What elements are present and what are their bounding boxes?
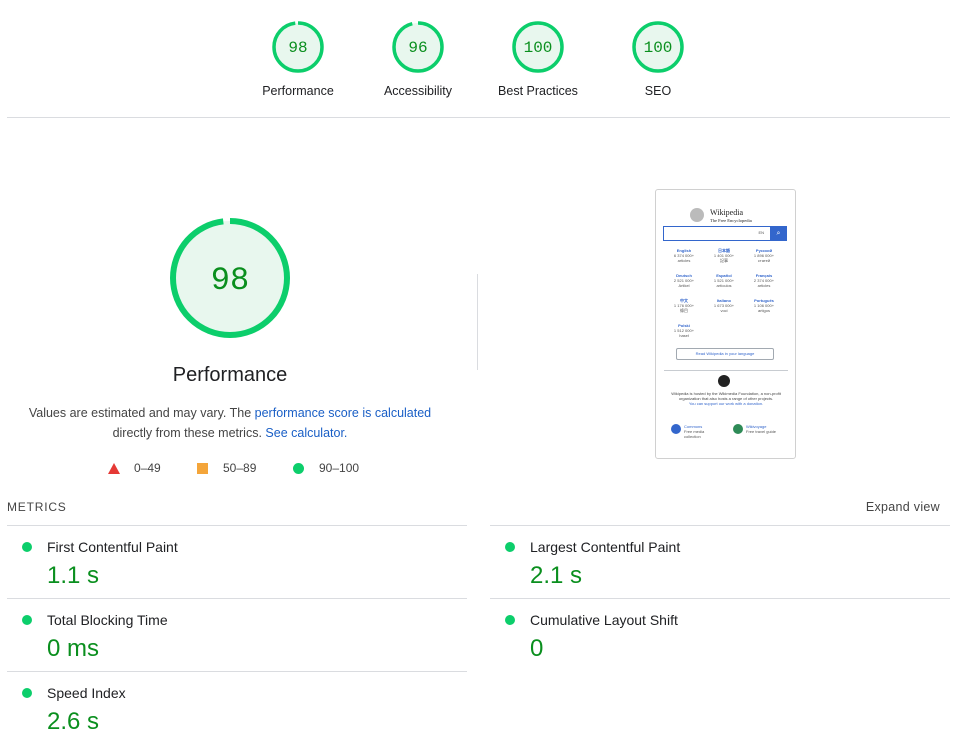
pass-circle-icon: [505, 615, 515, 625]
language-entry: 中文 1 176 000+ 條目: [662, 298, 706, 313]
metric-name: Speed Index: [47, 685, 126, 701]
footer-donation-link: You can support our work with a donation…: [688, 401, 764, 406]
commons-icon: [671, 424, 681, 434]
pass-circle-icon: [22, 615, 32, 625]
project-wikivoyage: Wikivoyage Free travel guide: [733, 424, 784, 434]
language-unit: Artikel: [678, 283, 690, 288]
metric-value: 0: [530, 635, 544, 662]
metric-first-contentful-paint: First Contentful Paint 1.1 s: [7, 525, 467, 598]
gauge-accessibility[interactable]: 96 Accessibility: [358, 20, 478, 98]
wikivoyage-icon: [733, 424, 743, 434]
gauge-best-practices[interactable]: 100 Best Practices: [478, 20, 598, 98]
gauge-score: 100: [644, 39, 673, 57]
legend-item-fail: 0–49: [108, 461, 161, 475]
legend-range: 50–89: [223, 461, 257, 475]
metric-name: Largest Contentful Paint: [530, 539, 681, 555]
project-commons: Commons Free media collection: [671, 424, 716, 439]
description-text-2: directly from these metrics.: [112, 426, 262, 440]
metric-value: 2.1 s: [530, 562, 583, 589]
language-entry: Polski 1 512 000+ haseł: [662, 323, 706, 338]
header-divider: [7, 117, 950, 118]
metric-value: 2.6 s: [47, 708, 100, 735]
metric-name: Cumulative Layout Shift: [530, 612, 678, 628]
language-entry: Português 1 106 000+ artigos: [742, 298, 786, 313]
gauge-label: Best Practices: [498, 84, 578, 98]
metric-name: Total Blocking Time: [47, 612, 168, 628]
metric-total-blocking-time: Total Blocking Time 0 ms: [7, 598, 467, 671]
language-unit: статей: [757, 258, 771, 263]
score-ring: 98: [272, 21, 324, 73]
thumbnail-search-input: EN: [663, 226, 771, 241]
gauge-score: 98: [288, 39, 307, 57]
language-unit: haseł: [679, 333, 689, 338]
language-entry: Français 2 374 000+ articles: [742, 273, 786, 288]
wikimedia-logo-icon: [718, 375, 730, 387]
project-desc: Free travel guide: [746, 429, 777, 434]
metric-cumulative-layout-shift: Cumulative Layout Shift 0: [490, 598, 950, 671]
language-unit: artículos: [716, 283, 732, 288]
language-entry: 日本語 1 401 000+ 記事: [702, 248, 746, 263]
language-entry: Español 1 521 000+ artículos: [702, 273, 746, 288]
triangle-fail-icon: [108, 462, 120, 474]
metric-value: 0 ms: [47, 635, 100, 662]
language-unit: artigos: [757, 308, 770, 313]
gauge-label: Performance: [262, 84, 334, 98]
thumbnail-divider: [664, 370, 788, 371]
project-desc: Free media collection: [684, 429, 705, 439]
footer-text: Wikipedia is hosted by the Wikimedia Fou…: [671, 391, 781, 401]
expand-view-toggle[interactable]: Expand view: [866, 500, 940, 514]
square-average-icon: [197, 462, 208, 474]
metric-largest-contentful-paint: Largest Contentful Paint 2.1 s: [490, 525, 950, 598]
performance-title: Performance: [172, 364, 288, 386]
read-language-button: Read Wikipedia in your language: [676, 348, 774, 360]
language-entry: Deutsch 2 521 000+ Artikel: [662, 273, 706, 288]
language-unit: voci: [720, 308, 728, 313]
search-language: EN: [758, 230, 764, 235]
score-ring: 100: [632, 21, 684, 73]
legend-range: 90–100: [319, 461, 360, 475]
score-ring: 100: [512, 21, 564, 73]
final-screenshot-thumbnail[interactable]: Wikipedia The Free Encyclopedia EN ⌕ Eng…: [655, 189, 796, 459]
performance-gauge: 98: [170, 218, 290, 338]
metrics-header: METRICS: [7, 500, 67, 514]
see-calculator-link[interactable]: See calculator.: [265, 426, 347, 440]
gauge-seo[interactable]: 100 SEO: [598, 20, 718, 98]
circle-pass-icon: [293, 462, 304, 474]
score-ring: 96: [392, 21, 444, 73]
gauge-score: 96: [408, 39, 427, 57]
pass-circle-icon: [505, 542, 515, 552]
language-unit: articles: [757, 283, 771, 288]
search-icon: ⌕: [770, 226, 787, 241]
description-text: Values are estimated and may vary. The: [28, 406, 255, 420]
category-gauges: 98 Performance 96 Accessibility 100 Best…: [0, 0, 956, 118]
language-entry: Русский 1 896 000+ статей: [742, 248, 786, 263]
wikipedia-globe-icon: [690, 208, 704, 222]
wikipedia-tagline: The Free Encyclopedia: [710, 218, 752, 223]
language-unit: 記事: [720, 258, 728, 263]
vertical-separator: [477, 274, 478, 370]
thumbnail-footer: Wikipedia is hosted by the Wikimedia Fou…: [666, 391, 786, 406]
gauge-score: 100: [524, 39, 553, 57]
performance-score-link[interactable]: performance score is calculated: [255, 406, 431, 420]
language-unit: 條目: [680, 308, 688, 313]
gauge-label: SEO: [644, 84, 672, 98]
metric-value: 1.1 s: [47, 562, 100, 589]
language-entry: English 6 374 000+ articles: [662, 248, 706, 263]
wikipedia-wordmark: Wikipedia: [710, 208, 743, 217]
pass-circle-icon: [22, 688, 32, 698]
metric-name: First Contentful Paint: [47, 539, 178, 555]
performance-description: Values are estimated and may vary. The p…: [20, 403, 440, 443]
gauge-label: Accessibility: [383, 84, 453, 98]
legend-item-average: 50–89: [197, 461, 256, 475]
language-unit: articles: [677, 258, 691, 263]
legend-item-pass: 90–100: [293, 461, 359, 475]
pass-circle-icon: [22, 542, 32, 552]
gauge-performance[interactable]: 98 Performance: [238, 20, 358, 98]
metric-speed-index: Speed Index 2.6 s: [7, 671, 467, 744]
language-entry: Italiano 1 673 000+ voci: [702, 298, 746, 313]
performance-score: 98: [211, 262, 249, 299]
legend-range: 0–49: [134, 461, 161, 475]
